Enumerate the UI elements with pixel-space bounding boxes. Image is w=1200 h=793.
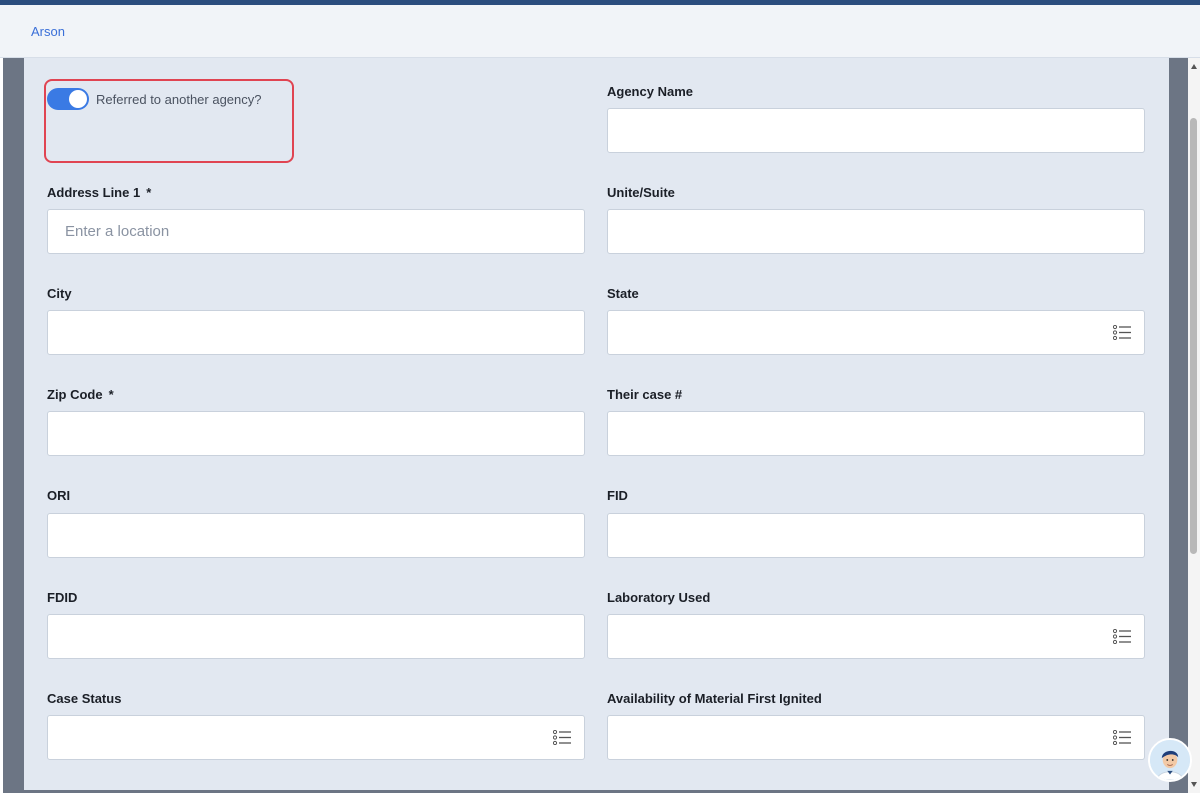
state-label: State [607, 286, 639, 301]
list-icon[interactable] [1113, 629, 1131, 644]
tab-strip: Arson [0, 5, 1200, 58]
right-frame [1169, 58, 1188, 790]
assistant-avatar-icon[interactable] [1148, 738, 1192, 782]
fdid-field[interactable] [47, 614, 585, 659]
referred-toggle[interactable] [47, 88, 89, 110]
their-case-label: Their case # [607, 387, 683, 402]
ori-field[interactable] [47, 513, 585, 558]
unit-suite-field[interactable] [607, 209, 1145, 254]
city-label: City [47, 286, 72, 301]
case-status-input[interactable] [48, 716, 584, 759]
availability-material-input[interactable] [608, 716, 1144, 759]
state-select[interactable] [607, 310, 1145, 355]
state-input[interactable] [608, 311, 1144, 354]
laboratory-used-label: Laboratory Used [607, 590, 711, 605]
fid-label: FID [607, 488, 628, 503]
vertical-scrollbar[interactable] [1188, 58, 1200, 793]
agency-name-label: Agency Name [607, 84, 693, 99]
ori-input[interactable] [48, 514, 584, 557]
ori-label: ORI [47, 488, 71, 503]
scrollbar-thumb[interactable] [1190, 118, 1197, 554]
their-case-input[interactable] [608, 412, 1144, 455]
case-status-select[interactable] [47, 715, 585, 760]
laboratory-used-select[interactable] [607, 614, 1145, 659]
availability-material-label: Availability of Material First Ignited [607, 691, 822, 706]
their-case-field[interactable] [607, 411, 1145, 456]
zip-code-input[interactable] [48, 412, 584, 455]
city-field[interactable] [47, 310, 585, 355]
address-line-1-input[interactable] [48, 210, 584, 253]
required-marker: * [108, 387, 114, 402]
city-input[interactable] [48, 311, 584, 354]
fid-field[interactable] [607, 513, 1145, 558]
laboratory-used-input[interactable] [608, 615, 1144, 658]
unit-suite-label: Unite/Suite [607, 185, 675, 200]
zip-code-field[interactable] [47, 411, 585, 456]
address-line-1-label: Address Line 1 * [47, 185, 152, 200]
left-frame [3, 58, 24, 790]
list-icon[interactable] [553, 730, 571, 745]
unit-suite-input[interactable] [608, 210, 1144, 253]
tab-arson[interactable]: Arson [31, 24, 65, 39]
fdid-input[interactable] [48, 615, 584, 658]
case-status-label: Case Status [47, 691, 122, 706]
availability-material-select[interactable] [607, 715, 1145, 760]
fdid-label: FDID [47, 590, 78, 605]
zip-code-label: Zip Code * [47, 387, 114, 402]
list-icon[interactable] [1113, 325, 1131, 340]
agency-name-field[interactable] [607, 108, 1145, 153]
agency-name-input[interactable] [608, 109, 1144, 152]
referred-toggle-label: Referred to another agency? [96, 92, 262, 107]
list-icon[interactable] [1113, 730, 1131, 745]
fid-input[interactable] [608, 514, 1144, 557]
scroll-up-arrow-icon[interactable] [1191, 64, 1197, 69]
address-line-1-field[interactable] [47, 209, 585, 254]
toggle-knob [69, 90, 87, 108]
scroll-down-arrow-icon[interactable] [1191, 782, 1197, 787]
required-marker: * [146, 185, 152, 200]
